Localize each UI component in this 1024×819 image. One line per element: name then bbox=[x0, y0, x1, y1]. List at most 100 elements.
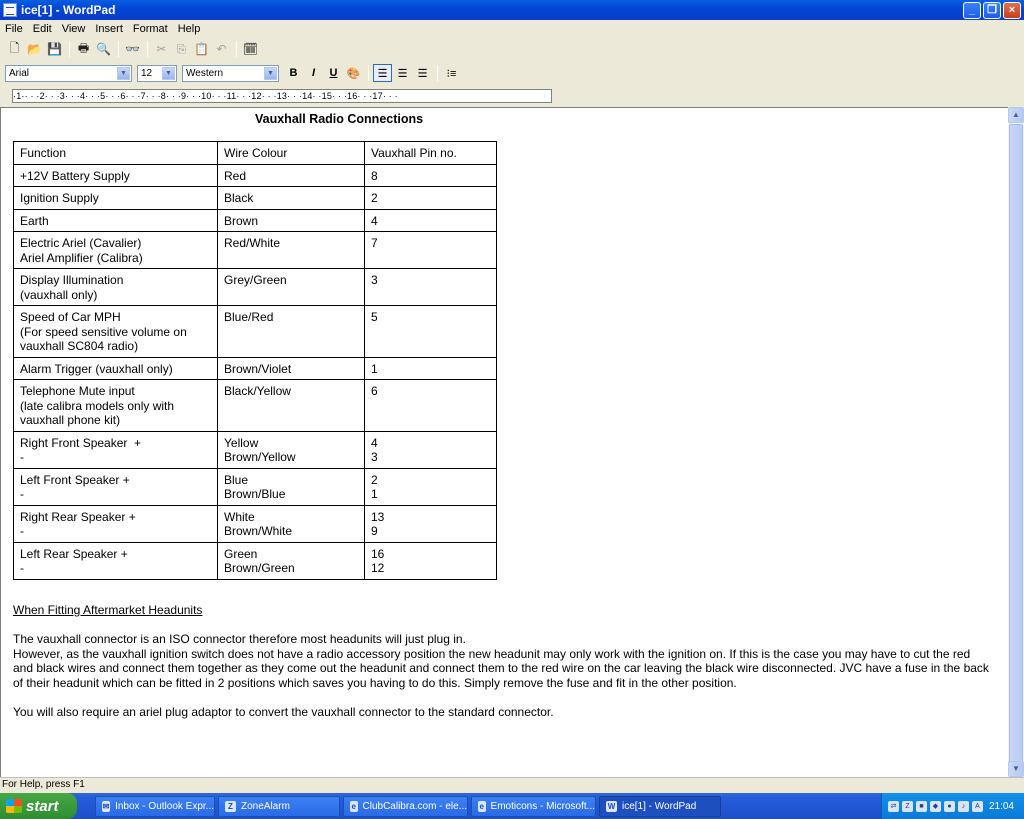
script-select[interactable]: Western ▼ bbox=[182, 64, 279, 82]
align-right-icon[interactable]: ☰ bbox=[413, 64, 432, 82]
task-label: Inbox - Outlook Expr... bbox=[115, 800, 214, 812]
document-title: Vauxhall Radio Connections bbox=[255, 112, 424, 126]
print-preview-icon[interactable]: 🔍 bbox=[94, 40, 113, 58]
zonealarm-tray-icon[interactable]: Z bbox=[902, 800, 913, 812]
table-row: Earth Brown 4 bbox=[13, 208, 497, 232]
restore-button[interactable]: ❐ bbox=[983, 1, 1001, 19]
print-icon[interactable]: 🖶 bbox=[74, 40, 93, 58]
status-text: For Help, press F1 bbox=[2, 779, 85, 790]
menu-view[interactable]: View bbox=[57, 23, 91, 35]
cut-icon[interactable]: ✂ bbox=[152, 40, 171, 58]
table-cell: Black bbox=[217, 186, 365, 210]
clock[interactable]: 21:04 bbox=[989, 801, 1014, 812]
internet-explorer-icon: e bbox=[478, 800, 486, 812]
taskbar: start ✉ Inbox - Outlook Expr... Z ZoneAlar… bbox=[0, 793, 1024, 819]
font-size-value: 12 bbox=[141, 67, 153, 79]
table-cell: 6 bbox=[364, 379, 497, 432]
menu-help[interactable]: Help bbox=[173, 23, 206, 35]
table-cell: 1 bbox=[364, 356, 497, 380]
paragraph: The vauxhall connector is an ISO connect… bbox=[13, 632, 466, 646]
task-label: Emoticons - Microsoft... bbox=[490, 800, 595, 812]
menu-format[interactable]: Format bbox=[128, 23, 173, 35]
table-cell: 13 9 bbox=[364, 504, 497, 543]
scroll-up-icon[interactable]: ▲ bbox=[1008, 107, 1024, 123]
taskbar-item-zonealarm[interactable]: Z ZoneAlarm bbox=[218, 795, 340, 817]
volume-icon[interactable]: ♪ bbox=[958, 800, 969, 812]
table-cell: Yellow Brown/Yellow bbox=[217, 430, 365, 469]
app-tray-icon[interactable]: ■ bbox=[916, 800, 927, 812]
standard-toolbar: 🗋 📂 💾 🖶 🔍 👓 ✂ ⎘ 📋 ↶ 🗓 bbox=[0, 38, 261, 60]
menu-bar: File Edit View Insert Format Help bbox=[0, 20, 1024, 37]
table-cell: 5 bbox=[364, 305, 497, 358]
column-header: Wire Colour bbox=[217, 141, 365, 165]
ruler[interactable]: ·1·· · ·2· · ·3· · ·4· · ·5· · ·6· · ·7·… bbox=[0, 86, 1024, 107]
document-area[interactable]: Vauxhall Radio Connections Function Wire … bbox=[0, 107, 1008, 777]
paste-icon[interactable]: 📋 bbox=[192, 40, 211, 58]
taskbar-item-clubcalibra[interactable]: e ClubCalibra.com - ele... bbox=[343, 795, 468, 817]
task-label: ClubCalibra.com - ele... bbox=[362, 800, 467, 812]
scroll-down-icon[interactable]: ▼ bbox=[1008, 761, 1024, 777]
underline-button[interactable]: U bbox=[324, 64, 343, 82]
table-cell: Electric Ariel (Cavalier) Ariel Amplifie… bbox=[13, 231, 218, 269]
copy-icon[interactable]: ⎘ bbox=[172, 40, 191, 58]
taskbar-item-wordpad[interactable]: Wice[1] - WordPad bbox=[599, 795, 721, 817]
table-row: Right Front Speaker + - Yellow Brown/Yell… bbox=[13, 430, 497, 469]
scroll-thumb[interactable] bbox=[1009, 124, 1023, 769]
antivirus-tray-icon[interactable]: ● bbox=[944, 800, 955, 812]
table-cell: Right Rear Speaker + - bbox=[13, 504, 218, 543]
table-cell: 3 bbox=[364, 268, 497, 306]
toolbar-separator bbox=[437, 65, 438, 81]
align-center-icon[interactable]: ☰ bbox=[393, 64, 412, 82]
windows-logo-icon bbox=[6, 799, 22, 813]
menu-insert[interactable]: Insert bbox=[90, 23, 128, 35]
font-size-select[interactable]: 12 ▼ bbox=[137, 64, 177, 82]
table-cell: Speed of Car MPH (For speed sensitive vo… bbox=[13, 305, 218, 358]
align-left-icon[interactable]: ☰ bbox=[373, 64, 392, 82]
save-icon[interactable]: 💾 bbox=[45, 40, 64, 58]
taskbar-item-emoticons[interactable]: e Emoticons - Microsoft... bbox=[471, 795, 596, 817]
font-name-select[interactable]: Arial ▼ bbox=[5, 64, 132, 82]
table-row: Left Rear Speaker + - Green Brown/Green 16… bbox=[13, 541, 497, 580]
network-icon[interactable]: ⇄ bbox=[888, 800, 899, 812]
system-tray: ⇄ Z ■ ◆ ● ♪ A 21:04 bbox=[881, 793, 1024, 819]
internet-explorer-icon: e bbox=[350, 800, 358, 812]
table-cell: White Brown/White bbox=[217, 504, 365, 543]
chevron-down-icon[interactable]: ▼ bbox=[162, 66, 175, 80]
italic-button[interactable]: I bbox=[304, 64, 323, 82]
task-label: ice[1] - WordPad bbox=[622, 800, 697, 812]
find-binoculars-icon[interactable]: 👓 bbox=[123, 40, 142, 58]
menu-edit[interactable]: Edit bbox=[28, 23, 57, 35]
table-row: Display Illumination (vauxhall only) Grey… bbox=[13, 268, 497, 306]
start-button[interactable]: start bbox=[0, 793, 77, 819]
undo-icon[interactable]: ↶ bbox=[212, 40, 231, 58]
table-cell: 4 bbox=[364, 208, 497, 232]
toolbar-separator bbox=[368, 65, 369, 81]
table-cell: Left Front Speaker + - bbox=[13, 467, 218, 506]
table-row: Ignition Supply Black 2 bbox=[13, 186, 497, 210]
bullets-icon[interactable]: ⁝≡ bbox=[442, 64, 461, 82]
chevron-down-icon[interactable]: ▼ bbox=[117, 66, 130, 80]
table-cell: Grey/Green bbox=[217, 268, 365, 306]
connections-table: Function Wire Colour Vauxhall Pin no. +12V … bbox=[13, 141, 497, 580]
taskbar-item-outlook[interactable]: ✉ Inbox - Outlook Expr... bbox=[95, 795, 215, 817]
app-tray-icon[interactable]: ◆ bbox=[930, 800, 941, 812]
table-cell: Black/Yellow bbox=[217, 379, 365, 432]
script-value: Western bbox=[186, 67, 224, 79]
close-button[interactable]: × bbox=[1003, 1, 1021, 19]
wordpad-app-icon[interactable] bbox=[3, 3, 17, 17]
start-label: start bbox=[26, 797, 59, 815]
color-palette-icon[interactable]: 🎨 bbox=[344, 64, 363, 82]
bold-button[interactable]: B bbox=[284, 64, 303, 82]
insert-date-time-icon[interactable]: 🗓 bbox=[241, 40, 260, 58]
minimize-button[interactable]: _ bbox=[963, 1, 981, 19]
paragraph: You will also require an ariel plug adap… bbox=[13, 704, 554, 719]
chevron-down-icon[interactable]: ▼ bbox=[264, 66, 277, 80]
table-cell: Red/White bbox=[217, 231, 365, 269]
new-document-icon[interactable]: 🗋 bbox=[5, 40, 24, 58]
vertical-scrollbar[interactable]: ▲ ▼ bbox=[1008, 107, 1024, 777]
table-cell: Red bbox=[217, 163, 365, 187]
open-folder-icon[interactable]: 📂 bbox=[25, 40, 44, 58]
table-row: Speed of Car MPH (For speed sensitive vo… bbox=[13, 305, 497, 358]
ati-tray-icon[interactable]: A bbox=[972, 800, 983, 812]
menu-file[interactable]: File bbox=[0, 23, 28, 35]
